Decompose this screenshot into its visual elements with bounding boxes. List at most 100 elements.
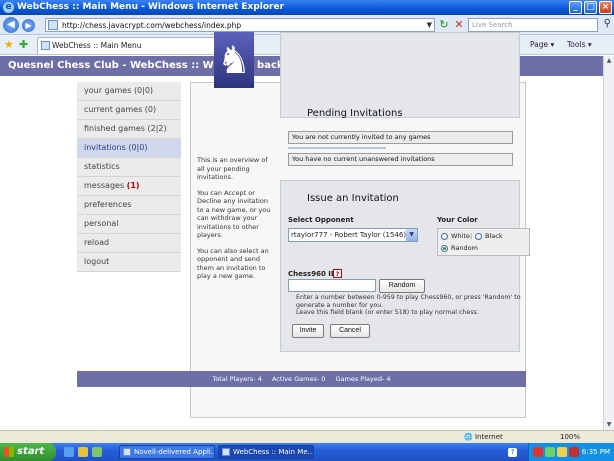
search-box[interactable]: Live Search ⚲ (468, 18, 611, 32)
opponent-select[interactable]: rtaylor777 - Robert Taylor (1546) ▼ (288, 228, 418, 242)
page-menu[interactable]: Page ▾ (530, 39, 554, 51)
your-color-label: Your Color (437, 216, 478, 224)
menu-item-logout[interactable]: logout (77, 253, 181, 272)
radio-white-label[interactable]: White (451, 232, 470, 240)
pending-invitations-box (280, 32, 520, 118)
search-placeholder[interactable]: Live Search (472, 20, 513, 31)
issue-invitation-title: Issue an Invitation (307, 193, 399, 204)
system-tray: 6:35 PM (528, 443, 614, 461)
task-ie-icon (222, 448, 230, 456)
menu-item-statistics[interactable]: statistics (77, 158, 181, 177)
globe-icon: 🌐 (464, 433, 473, 441)
menu-item-finished-games[interactable]: finished games (2|2) (77, 120, 181, 139)
tab-webchess[interactable]: WebChess :: Main Menu (37, 37, 217, 54)
zoom-level[interactable]: 100% (560, 431, 580, 443)
task-novell-icon (123, 448, 131, 456)
address-bar[interactable]: http://chess.javacrypt.com/webchess/inde… (45, 18, 435, 32)
invite-button[interactable]: Invite (292, 324, 324, 338)
security-zone: 🌐 Internet (464, 431, 503, 443)
start-button[interactable]: start (0, 443, 56, 461)
vertical-scrollbar[interactable]: ▲ ▼ (603, 56, 614, 430)
taskbar-item-novell[interactable]: Novell-delivered Appli... (119, 445, 215, 459)
back-arrow-icon[interactable]: ◀ (3, 17, 19, 33)
favorites-star-icon[interactable]: ★ (4, 38, 14, 51)
radio-random[interactable] (441, 245, 448, 252)
random-button[interactable]: Random (379, 279, 425, 293)
taskbar-item-webchess[interactable]: WebChess :: Main Me... (218, 445, 314, 459)
taskbar-clock: 6:35 PM (581, 448, 610, 456)
info-paragraph-2: You can Accept or Decline any invitation… (197, 188, 271, 240)
total-players-stat: Total Players- 4 (212, 375, 262, 383)
scroll-down-icon[interactable]: ▼ (604, 420, 614, 430)
tab-page-icon (41, 41, 50, 50)
messages-count-badge: (1) (126, 181, 140, 190)
radio-black[interactable] (475, 233, 482, 240)
info-paragraph-1: This is an overview of all your pending … (197, 156, 268, 181)
add-favorites-icon[interactable]: ✚ (19, 38, 28, 51)
main-menu: your games (0|0) current games (0) finis… (77, 82, 181, 272)
help-icon[interactable]: ? (333, 269, 342, 278)
quicklaunch-ie-icon[interactable] (64, 447, 74, 457)
windows-flag-icon (4, 447, 14, 457)
chess960-help-line-1: Enter a number between 0-959 to play Che… (296, 294, 521, 309)
menu-item-preferences[interactable]: preferences (77, 196, 181, 215)
search-icon[interactable]: ⚲ (604, 18, 611, 29)
taskbar-webchess-label: WebChess :: Main Me... (233, 448, 314, 456)
stop-icon[interactable]: ✕ (452, 18, 466, 32)
minimize-button[interactable]: _ (569, 1, 582, 14)
menu-item-invitations[interactable]: invitations (0|0) (77, 139, 181, 158)
menu-item-reload[interactable]: reload (77, 234, 181, 253)
tray-icon-1[interactable] (533, 447, 543, 457)
menu-item-current-games[interactable]: current games (0) (77, 101, 181, 120)
info-paragraph-3: You can also select an opponent and send… (197, 246, 269, 281)
forward-arrow-icon[interactable]: ▶ (22, 19, 35, 32)
menu-item-personal[interactable]: personal (77, 215, 181, 234)
radio-white[interactable] (441, 233, 448, 240)
chess960-id-input[interactable] (288, 279, 376, 292)
chess960-help-text: Enter a number between 0-959 to play Che… (296, 294, 532, 317)
window-title-bar: e WebChess :: Main Menu - Windows Intern… (0, 0, 614, 15)
pending-divider (288, 147, 386, 149)
ie-logo-icon: e (3, 2, 14, 13)
tray-icon-3[interactable] (557, 447, 567, 457)
radio-separator: | (470, 232, 473, 240)
no-unanswered-message: You have no current unanswered invitatio… (288, 153, 513, 166)
cancel-button[interactable]: Cancel (330, 324, 370, 338)
scroll-up-icon[interactable]: ▲ (604, 56, 614, 66)
messages-label: messages (84, 181, 125, 190)
chess-knight-icon: ♞ (214, 32, 254, 88)
select-opponent-label: Select Opponent (288, 216, 354, 224)
pending-invitations-title: Pending Invitations (307, 108, 403, 119)
menu-item-messages[interactable]: messages (1) (77, 177, 181, 196)
windows-taskbar: start Novell-delivered Appli... WebChess… (0, 443, 614, 461)
info-text: This is an overview of all your pending … (197, 156, 275, 288)
status-bar: 🌐 Internet 100% (0, 430, 614, 443)
refresh-icon[interactable]: ↻ (437, 18, 451, 32)
address-dropdown-icon[interactable]: ▼ (427, 19, 432, 31)
games-played-stat: Games Played- 4 (335, 375, 391, 383)
quicklaunch-folder-icon[interactable] (78, 447, 88, 457)
zone-label: Internet (474, 433, 503, 441)
window-title: WebChess :: Main Menu - Windows Internet… (17, 2, 285, 12)
tray-icon-4[interactable] (569, 447, 579, 457)
chess960-help-line-2: Leave this field blank (or enter 518) to… (296, 309, 479, 316)
opponent-select-value: rtaylor777 - Robert Taylor (1546) (291, 231, 407, 239)
maximize-button[interactable]: □ (584, 1, 597, 14)
tray-icon-2[interactable] (545, 447, 555, 457)
chess960-label: Chess960 ID (288, 270, 337, 278)
site-footer: Total Players- 4 Active Games- 0 Games P… (77, 371, 526, 387)
close-window-button[interactable]: × (599, 1, 612, 14)
tools-menu[interactable]: Tools ▾ (567, 39, 592, 51)
page-icon (48, 20, 58, 30)
quicklaunch-desktop-icon[interactable] (92, 447, 102, 457)
address-url[interactable]: http://chess.javacrypt.com/webchess/inde… (62, 20, 241, 31)
start-label: start (17, 446, 45, 457)
taskbar-novell-label: Novell-delivered Appli... (134, 448, 215, 456)
active-games-stat: Active Games- 0 (271, 375, 326, 383)
menu-item-your-games[interactable]: your games (0|0) (77, 82, 181, 101)
radio-random-label[interactable]: Random (451, 244, 478, 252)
chevron-down-icon[interactable]: ▼ (406, 229, 417, 241)
radio-black-label[interactable]: Black (485, 232, 503, 240)
help-tray-icon[interactable]: ? (508, 448, 517, 457)
tab-title: WebChess :: Main Menu (52, 41, 142, 50)
